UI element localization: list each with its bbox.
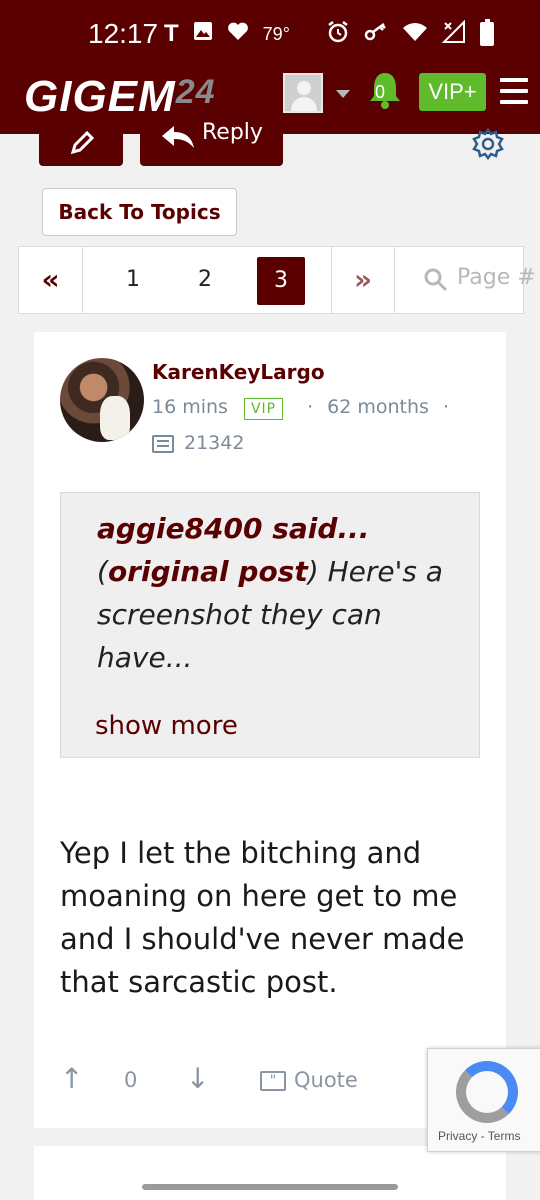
reply-label: Reply — [202, 120, 263, 145]
downvote-icon[interactable]: ↓ — [186, 1062, 209, 1095]
pencil-icon — [70, 130, 95, 155]
t-mobile-icon: T — [164, 20, 179, 47]
page-number-input[interactable]: Page # — [409, 247, 536, 313]
menu-icon[interactable] — [500, 78, 528, 104]
page-1-link[interactable]: 1 — [111, 247, 155, 313]
recaptcha-links: Privacy - Terms — [438, 1129, 521, 1143]
search-icon — [424, 268, 448, 292]
quote-button-label: Quote — [294, 1068, 358, 1092]
membership-duration: 62 months — [327, 396, 429, 418]
privacy-link[interactable]: Privacy — [438, 1129, 477, 1143]
post-body: Yep I let the bitching and moaning on he… — [60, 836, 465, 999]
notification-count: 0 — [375, 82, 386, 102]
back-to-topics-button[interactable]: Back To Topics — [42, 188, 237, 236]
post-time: 16 mins — [152, 396, 228, 418]
show-more-link[interactable]: show more — [95, 711, 238, 741]
forum-post: KarenKeyLargo 16 mins VIP · 62 months · 2134… — [34, 332, 506, 1128]
notifications-button[interactable]: 0 — [367, 70, 403, 110]
reply-icon — [162, 126, 194, 148]
post-username[interactable]: KarenKeyLargo — [152, 360, 325, 384]
vip-badge: VIP — [243, 398, 284, 420]
post-actions: ↑ 0 ↓ " Quote — [60, 1062, 480, 1102]
quote-text: aggie8400 said... (original post) Here's… — [97, 512, 443, 674]
logo-text: GIGEM — [24, 72, 176, 121]
reply-button[interactable]: Reply — [140, 120, 283, 166]
next-post-card — [34, 1146, 506, 1200]
status-time: 12:17 — [88, 18, 159, 49]
recaptcha-icon — [456, 1061, 518, 1123]
pagination: « 1 2 3 » Page # — [18, 246, 536, 314]
battery-icon — [480, 19, 494, 46]
post-count: 21342 — [152, 432, 244, 454]
gear-icon[interactable] — [470, 126, 506, 162]
next-page-button[interactable]: » — [331, 247, 395, 313]
status-icons-right — [326, 19, 466, 50]
post-meta: 16 mins VIP · 62 months · — [152, 396, 449, 420]
key-icon — [364, 22, 388, 48]
site-logo[interactable]: GIGEM24 — [24, 72, 216, 122]
post-count-value: 21342 — [184, 432, 245, 454]
vote-count: 0 — [124, 1068, 138, 1092]
chevron-down-icon[interactable] — [336, 90, 350, 98]
upvote-icon[interactable]: ↑ — [60, 1062, 83, 1095]
home-indicator[interactable] — [142, 1184, 398, 1190]
status-icons-left: T 79° — [164, 20, 290, 48]
wifi-icon — [402, 22, 428, 48]
thread-toolbar: Reply — [18, 120, 524, 178]
current-page-3[interactable]: 3 — [257, 257, 305, 305]
user-avatar[interactable] — [60, 358, 144, 442]
recaptcha-badge[interactable]: Privacy - Terms — [427, 1048, 540, 1152]
quoted-post: aggie8400 said... (original post) Here's… — [60, 492, 480, 758]
heart-icon — [227, 21, 249, 47]
temperature: 79° — [262, 23, 290, 44]
status-bar: 12:17 T 79° — [0, 0, 540, 68]
comment-icon — [152, 434, 174, 453]
quote-author[interactable]: aggie8400 said... — [97, 512, 369, 545]
alarm-icon — [326, 20, 350, 50]
no-signal-icon — [441, 19, 466, 50]
edit-button[interactable] — [39, 124, 123, 166]
vip-plus-button[interactable]: VIP+ — [419, 73, 486, 111]
quote-icon: " — [260, 1071, 286, 1091]
page-2-link[interactable]: 2 — [183, 247, 227, 313]
logo-number: 24 — [175, 73, 216, 111]
quote-button[interactable]: " Quote — [260, 1068, 358, 1092]
image-icon — [193, 21, 213, 47]
page-number-placeholder: Page # — [457, 265, 536, 290]
terms-link[interactable]: Terms — [488, 1129, 521, 1143]
original-post-link[interactable]: original post — [108, 555, 308, 588]
first-page-button[interactable]: « — [19, 247, 83, 313]
account-avatar[interactable] — [283, 73, 323, 113]
